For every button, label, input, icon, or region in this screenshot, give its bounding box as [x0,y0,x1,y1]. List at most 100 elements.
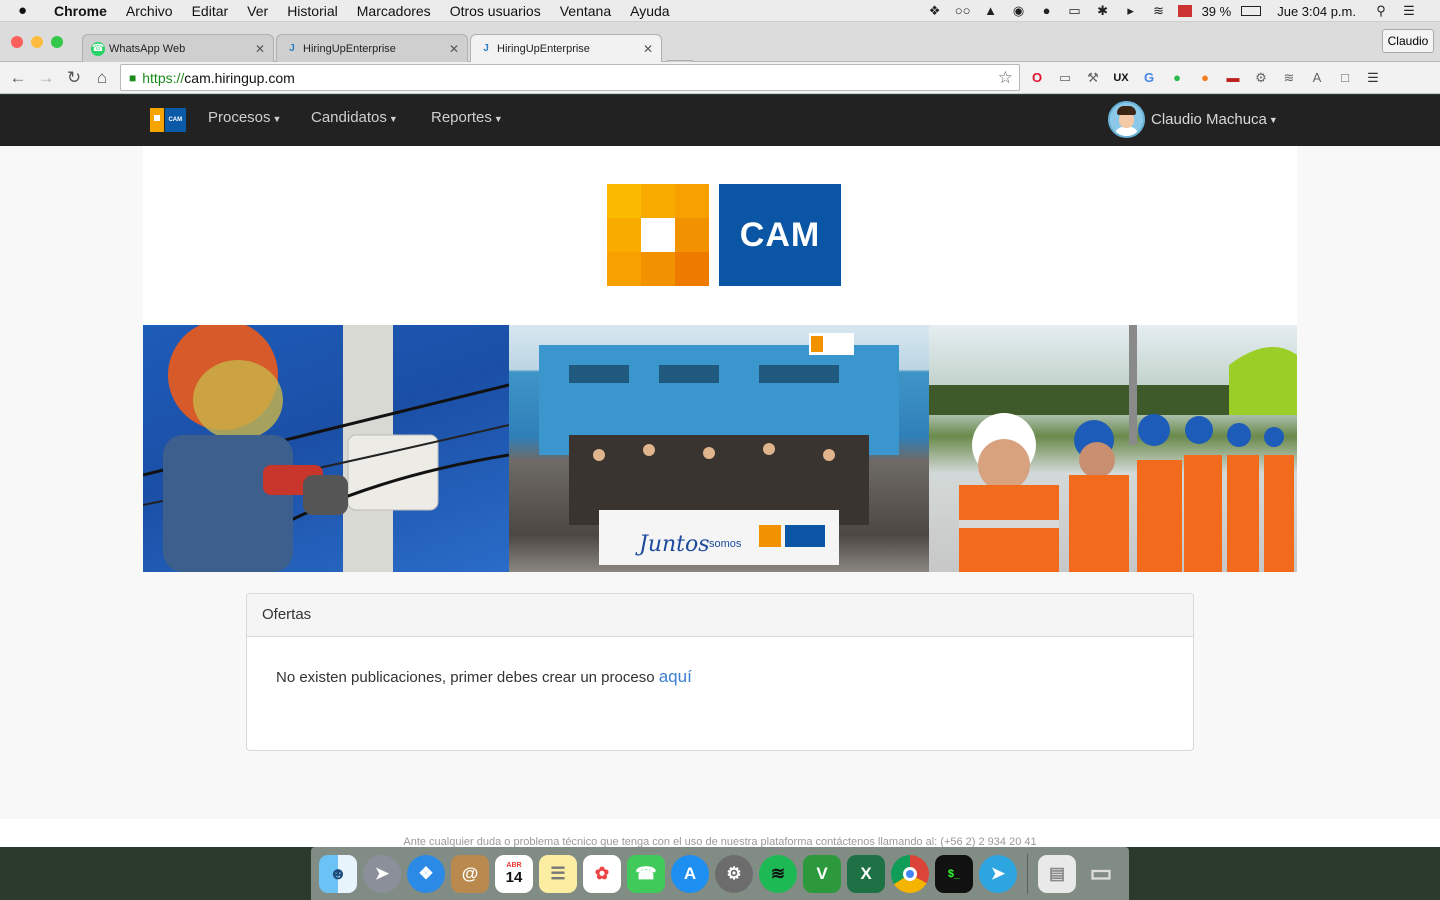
reload-icon[interactable]: ↻ [60,68,88,88]
menu-historial[interactable]: Historial [287,3,338,19]
opera-icon[interactable]: O [1028,69,1046,87]
menu-editar[interactable]: Editar [192,3,229,19]
files-icon[interactable]: ▤ [1038,854,1076,893]
photos-icon[interactable]: ✿ [583,854,621,893]
feed-icon[interactable]: ≋ [1280,69,1298,87]
profile-button[interactable]: Claudio [1382,29,1434,53]
close-tab-icon[interactable]: ✕ [643,42,653,56]
tab-whatsapp[interactable]: ☎ WhatsApp Web ✕ [82,34,274,62]
logo-blue-square: CAM [164,108,186,132]
forward-icon[interactable]: → [32,68,60,88]
menu-marcadores[interactable]: Marcadores [357,3,431,19]
spotify-icon[interactable]: ≋ [759,854,797,893]
url-host: cam.hiringup.com [184,69,295,86]
site-navbar: CAM Procesos ▼ Candidatos ▼ Reportes ▼ Clau… [0,95,1440,146]
close-tab-icon[interactable]: ✕ [255,42,265,56]
system-preferences-icon[interactable]: ⚙ [715,854,753,893]
clock[interactable]: Jue 3:04 p.m. [1277,4,1356,19]
safari-icon[interactable]: ❖ [407,854,445,893]
angular-icon[interactable]: A [1308,69,1326,87]
spotlight-search-icon[interactable]: ⚲ [1372,4,1390,18]
hola-icon[interactable]: ● [1196,69,1214,87]
whatsapp-icon: ☎ [91,41,105,56]
cast-icon[interactable]: ▭ [1056,69,1074,87]
notification-center-icon[interactable]: ☰ [1400,4,1418,18]
compass-icon[interactable]: ◉ [1010,4,1028,18]
ux-check-icon[interactable]: UX [1112,69,1130,87]
team-group-photo: Juntos somos [509,325,929,572]
bluetooth-icon[interactable]: ✱ [1094,4,1112,18]
workers-thumbs-up-photo [929,325,1297,572]
gear-grid-icon[interactable]: ⚙ [1252,69,1270,87]
messages-icon[interactable]: ☎ [627,854,665,893]
logo-text: CAM [719,184,841,286]
back-icon[interactable]: ← [4,68,32,88]
excel-icon[interactable]: X [847,854,885,893]
panel-title: Ofertas [247,594,1193,637]
tab-title: HiringUpEnterprise [303,42,396,55]
hat-icon[interactable]: ▲ [982,4,1000,18]
browser-toolbar: ← → ↻ ⌂ ■ https:// cam.hiringup.com ☆ O … [0,62,1440,94]
mask-icon[interactable]: ▬ [1224,69,1242,87]
address-bar[interactable]: ■ https:// cam.hiringup.com ☆ [120,64,1020,91]
notes-icon[interactable]: ☰ [539,854,577,893]
wifi-icon[interactable]: ≋ [1150,4,1168,18]
user-menu[interactable]: Claudio Machuca ▼ [1108,101,1278,138]
zoom-window-button[interactable] [51,36,63,48]
glasses-icon[interactable]: ○○ [954,4,972,18]
tab-hiringup-1[interactable]: J HiringUpEnterprise ✕ [276,34,468,62]
hiringup-icon: J [289,42,295,54]
apple-menu-icon[interactable]: ● [18,2,40,19]
caret-down-icon: ▼ [388,114,398,124]
wrench-icon[interactable]: ⚒ [1084,69,1102,87]
terminal-icon[interactable]: $_ [935,854,973,893]
lock-icon: ■ [129,70,137,85]
bookmark-star-icon[interactable]: ☆ [998,68,1013,88]
launchpad-icon[interactable]: ➤ [363,854,401,893]
nav-reportes[interactable]: Reportes ▼ [431,95,503,146]
trash-icon[interactable]: ▭ [1082,855,1120,893]
contacts-icon[interactable]: @ [451,854,489,893]
translate-icon[interactable]: G [1140,69,1158,87]
extensions-bar: O ▭ ⚒ UX G ● ● ▬ ⚙ ≋ A □ ☰ [1028,62,1382,94]
home-icon[interactable]: ⌂ [88,68,116,88]
menu-app-chrome[interactable]: Chrome [54,3,107,19]
dropbox-icon[interactable]: ❖ [926,4,944,18]
nav-procesos[interactable]: Procesos ▼ [208,95,281,146]
navbar-brand-logo[interactable]: CAM [150,108,186,132]
airplay-icon[interactable]: ▭ [1066,4,1084,18]
create-process-link[interactable]: aquí [659,667,692,686]
volume-icon[interactable]: ▸ [1122,4,1140,18]
menu-archivo[interactable]: Archivo [126,3,173,19]
vim-icon[interactable]: V [803,854,841,893]
minimize-window-button[interactable] [31,36,43,48]
logo-orange-square [150,108,164,132]
copy-icon[interactable]: □ [1336,69,1354,87]
juntos-sign-text: Juntos [635,532,710,557]
telegram-icon[interactable]: ➤ [979,854,1017,893]
hiringup-icon: J [483,43,489,54]
menu-ver[interactable]: Ver [247,3,268,19]
nav-label: Reportes [431,109,492,126]
calendar-month: ABR [506,861,522,869]
nav-candidatos[interactable]: Candidatos ▼ [311,95,398,146]
menu-ayuda[interactable]: Ayuda [630,3,669,19]
calendar-icon[interactable]: ABR 14 [495,854,533,893]
menu-ventana[interactable]: Ventana [560,3,611,19]
caret-down-icon: ▼ [493,114,503,124]
menu-otros-usuarios[interactable]: Otros usuarios [450,3,541,19]
finder-icon[interactable]: ☻ [319,854,357,893]
close-window-button[interactable] [11,36,23,48]
keyboard-flag-icon[interactable] [1177,5,1192,17]
tab-hiringup-2[interactable]: J HiringUpEnterprise ✕ [470,34,662,63]
calendar-day: 14 [505,868,523,886]
close-tab-icon[interactable]: ✕ [449,42,459,56]
leaf-icon[interactable]: ● [1168,69,1186,87]
app-store-icon[interactable]: A [671,854,709,893]
lineman-on-pole-photo [143,325,509,572]
chrome-icon[interactable] [891,854,929,893]
chrome-menu-icon[interactable]: ☰ [1364,69,1382,87]
battery-icon[interactable] [1241,6,1262,16]
chat-bubble-icon[interactable]: ● [1038,4,1056,18]
tab-title: WhatsApp Web [109,42,186,55]
